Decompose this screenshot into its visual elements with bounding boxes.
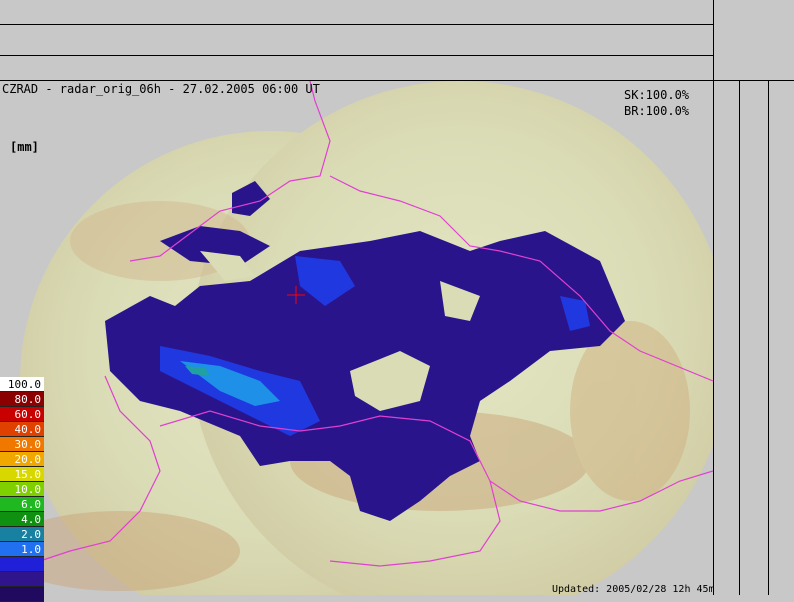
precipitation-legend: 100.0 80.0 60.0 40.0 30.0 20.0 15.0 10.0 6.0 4.0 2… [0,377,44,602]
legend-entry: 10.0 [0,482,44,497]
coverage-sk: SK:100.0% [624,88,690,102]
legend-entry: 40.0 [0,422,44,437]
header-row-2 [0,25,713,56]
legend-entry [0,572,44,587]
header-row-1 [0,0,713,25]
side-column-2 [739,81,768,595]
unit-label: [mm] [10,140,39,154]
legend-entry: 15.0 [0,467,44,482]
legend-entry: 100.0 [0,377,44,392]
legend-entry: 6.0 [0,497,44,512]
header-row-3 [0,56,713,81]
radar-map [0,81,713,595]
side-column-3 [768,81,794,595]
updated-stamp: Updated: 2005/02/28 12h 45m [552,584,715,595]
header-side-panel [713,0,794,81]
legend-entry: 30.0 [0,437,44,452]
legend-entry: 20.0 [0,452,44,467]
coverage-br: BR:100.0% [624,104,690,118]
legend-entry [0,557,44,572]
legend-entry: 4.0 [0,512,44,527]
legend-entry: 60.0 [0,407,44,422]
side-column-1 [713,81,739,595]
legend-entry: 1.0 [0,542,44,557]
legend-entry: 2.0 [0,527,44,542]
legend-entry: 80.0 [0,392,44,407]
map-title: CZRAD - radar_orig_06h - 27.02.2005 06:0… [2,82,320,96]
